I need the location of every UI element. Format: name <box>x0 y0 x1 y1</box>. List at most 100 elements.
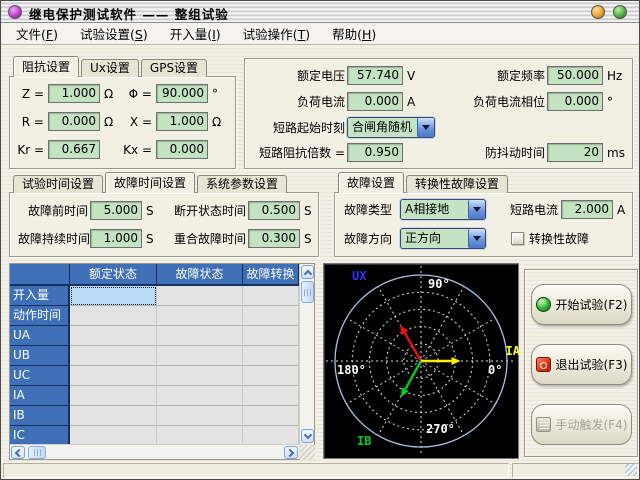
close-orb-icon[interactable] <box>613 5 627 19</box>
vector-diagram: UX 90° IA 0° 180° 270° IB <box>323 263 519 459</box>
fault-type-select[interactable]: A相接地 <box>400 199 486 220</box>
angle-label-270: 270° <box>426 422 455 436</box>
debounce-time-label: 防抖动时间 <box>437 144 545 161</box>
rated-voltage-label: 额定电压 <box>245 67 345 84</box>
table-cell[interactable] <box>157 386 243 406</box>
start-icon <box>536 297 551 312</box>
r-input[interactable]: 0.000 <box>48 112 100 131</box>
table-row: UC <box>10 366 299 386</box>
vertical-scrollbar[interactable] <box>299 264 314 444</box>
open-state-time-input[interactable]: 0.500 <box>248 201 300 220</box>
table-cell[interactable] <box>157 306 243 326</box>
start-test-label: 开始试验(F2) <box>556 296 628 313</box>
chevron-down-icon[interactable] <box>417 118 434 137</box>
column-header: 故障状态 <box>157 264 243 286</box>
horizontal-scroll-thumb[interactable] <box>28 446 46 459</box>
tab-system-param-settings[interactable]: 系统参数设置 <box>197 175 287 193</box>
short-impedance-ratio-label: 短路阻抗倍数 = <box>245 144 345 161</box>
table-cell[interactable] <box>157 286 243 306</box>
debounce-time-input[interactable]: 20 <box>547 143 603 162</box>
scroll-right-icon[interactable] <box>284 446 298 459</box>
short-impedance-ratio-input[interactable]: 0.950 <box>347 143 403 162</box>
table-cell[interactable] <box>243 306 299 326</box>
exit-test-button[interactable]: 退出试验(F3) <box>531 344 632 385</box>
angle-label-180: 180° <box>337 363 366 377</box>
table-row-header: IA <box>10 386 70 406</box>
phi-unit: ° <box>208 87 218 101</box>
window-title: 继电保护测试软件 —— 整组试验 <box>29 4 229 23</box>
tab-test-time-settings[interactable]: 试验时间设置 <box>13 175 103 193</box>
table-row-header: UA <box>10 326 70 346</box>
minimize-orb-icon[interactable] <box>591 5 605 19</box>
menu-file[interactable]: 文件(F) <box>5 22 69 45</box>
r-unit: Ω <box>100 115 122 129</box>
horizontal-scrollbar[interactable] <box>10 444 299 459</box>
table-cell[interactable] <box>70 346 157 366</box>
vertical-scroll-thumb[interactable] <box>301 281 314 303</box>
chevron-down-icon[interactable] <box>468 200 485 219</box>
time-tabbar: 试验时间设置 故障时间设置 系统参数设置 <box>13 172 289 193</box>
exit-icon <box>536 357 551 372</box>
menu-binary-input[interactable]: 开入量(I) <box>159 22 232 45</box>
fault-direction-select[interactable]: 正方向 <box>400 228 486 249</box>
table-cell[interactable] <box>70 426 157 444</box>
table-cell[interactable] <box>157 406 243 426</box>
action-button-group: 开始试验(F2) 退出试验(F3) 手动触发(F4) <box>524 269 638 457</box>
short-start-select[interactable]: 合闸角随机 <box>347 117 435 138</box>
table-cell[interactable] <box>70 386 157 406</box>
tab-impedance-settings[interactable]: 阻抗设置 <box>13 56 79 77</box>
tab-ux-settings[interactable]: Ux设置 <box>81 59 139 77</box>
transform-fault-checkbox[interactable] <box>511 232 524 245</box>
scroll-left-icon[interactable] <box>11 446 25 459</box>
table-cell[interactable] <box>157 326 243 346</box>
table-cell[interactable] <box>243 406 299 426</box>
table-cell[interactable] <box>70 326 157 346</box>
x-unit: Ω <box>208 115 221 129</box>
table-cell[interactable] <box>157 366 243 386</box>
table-cell[interactable] <box>157 346 243 366</box>
start-test-button[interactable]: 开始试验(F2) <box>531 284 632 325</box>
tab-transform-fault-settings[interactable]: 转换性故障设置 <box>406 175 508 193</box>
table-cell[interactable] <box>157 426 243 444</box>
table-cell[interactable] <box>243 326 299 346</box>
fault-duration-input[interactable]: 1.000 <box>90 229 142 248</box>
table-cell[interactable] <box>70 366 157 386</box>
pre-fault-time-label: 故障前时间 <box>18 202 88 219</box>
table-cell[interactable] <box>243 346 299 366</box>
table-cell[interactable] <box>243 426 299 444</box>
table-cell[interactable] <box>70 406 157 426</box>
table-cell-selected[interactable] <box>70 286 157 306</box>
reclose-fault-time-input[interactable]: 0.300 <box>248 229 300 248</box>
x-input[interactable]: 1.000 <box>156 112 208 131</box>
table-cell[interactable] <box>243 286 299 306</box>
z-input[interactable]: 1.000 <box>48 84 100 103</box>
menu-help[interactable]: 帮助(H) <box>321 22 387 45</box>
scroll-up-icon[interactable] <box>301 265 314 279</box>
rated-freq-input[interactable]: 50.000 <box>547 66 603 85</box>
load-current-phase-input[interactable]: 0.000 <box>547 92 603 111</box>
chevron-down-icon[interactable] <box>468 229 485 248</box>
load-current-input[interactable]: 0.000 <box>347 92 403 111</box>
scroll-down-icon[interactable] <box>301 429 314 443</box>
kr-input[interactable]: 0.667 <box>48 140 100 159</box>
table-cell[interactable] <box>243 366 299 386</box>
phi-input[interactable]: 90.000 <box>156 84 208 103</box>
tab-fault-time-settings[interactable]: 故障时间设置 <box>105 172 195 193</box>
tab-gps-settings[interactable]: GPS设置 <box>141 59 207 77</box>
kx-input[interactable]: 0.000 <box>156 140 208 159</box>
menu-test-operation[interactable]: 试验操作(T) <box>232 22 321 45</box>
short-current-unit: A <box>613 203 625 217</box>
table-cell[interactable] <box>243 386 299 406</box>
fault-panel: 故障类型 A相接地 短路电流 2.000 A 故障方向 正方向 转换性故障 <box>334 192 633 257</box>
resize-grip[interactable] <box>625 464 637 476</box>
table-row: 开入量 <box>10 286 299 306</box>
pre-fault-time-input[interactable]: 5.000 <box>90 201 142 220</box>
rated-voltage-input[interactable]: 57.740 <box>347 66 403 85</box>
table-row: UA <box>10 326 299 346</box>
tab-fault-settings[interactable]: 故障设置 <box>338 172 404 193</box>
table-cell[interactable] <box>70 306 157 326</box>
fault-type-label: 故障类型 <box>340 201 392 218</box>
menu-test-settings[interactable]: 试验设置(S) <box>69 22 159 45</box>
short-current-input[interactable]: 2.000 <box>561 200 613 219</box>
table-row-header: IB <box>10 406 70 426</box>
